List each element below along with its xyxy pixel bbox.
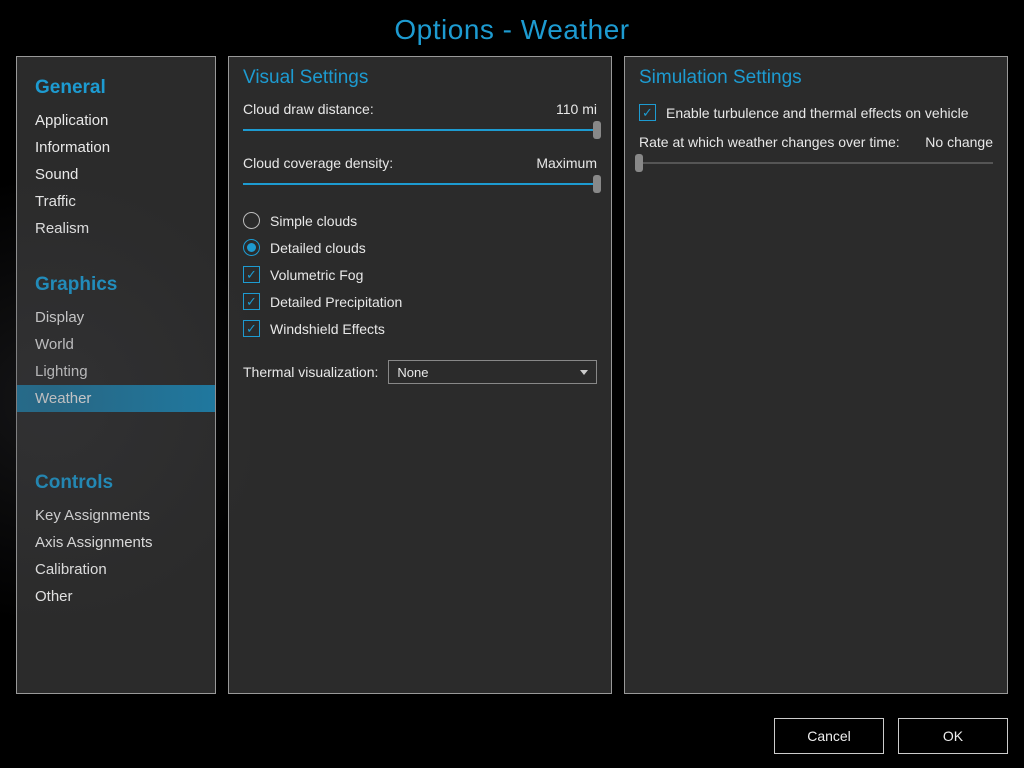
cloud-draw-distance-label: Cloud draw distance: [243,101,374,117]
cloud-draw-distance-slider[interactable] [243,123,597,137]
checkbox-label: Windshield Effects [270,321,385,337]
cloud-draw-distance-value: 110 mi [556,101,597,117]
page-title: Options - Weather [0,0,1024,56]
sidebar-item-label: Application [35,112,108,129]
sidebar-item-label: Weather [35,390,91,407]
ok-button[interactable]: OK [898,718,1008,754]
simulation-settings-panel: Simulation Settings Enable turbulence an… [624,56,1008,694]
checkbox-label: Enable turbulence and thermal effects on… [666,105,969,121]
sidebar-item-weather[interactable]: Weather [17,385,215,412]
checkbox-icon [243,293,260,310]
sidebar-item-application[interactable]: Application [17,107,215,134]
radio-icon [243,212,260,229]
sidebar-item-display[interactable]: Display [17,304,215,331]
weather-change-rate-value: No change [925,134,993,150]
cloud-coverage-density-label: Cloud coverage density: [243,155,393,171]
sidebar-item-label: Information [35,139,110,156]
sidebar-item-label: Axis Assignments [35,534,153,551]
checkbox-icon [639,104,656,121]
sidebar-item-realism[interactable]: Realism [17,215,215,242]
visual-settings-panel: Visual Settings Cloud draw distance: 110… [228,56,612,694]
detailed-clouds-radio[interactable]: Detailed clouds [243,234,597,261]
sidebar-item-key-assignments[interactable]: Key Assignments [17,502,215,529]
sidebar-item-label: Other [35,588,73,605]
sidebar-item-calibration[interactable]: Calibration [17,556,215,583]
sidebar-item-label: Calibration [35,561,107,578]
sidebar-item-label: Sound [35,166,78,183]
chevron-down-icon [580,370,588,375]
volumetric-fog-checkbox[interactable]: Volumetric Fog [243,261,597,288]
cloud-coverage-density-slider[interactable] [243,177,597,191]
sidebar-item-label: Lighting [35,363,88,380]
button-label: Cancel [807,728,851,744]
dropdown-value: None [397,365,428,380]
sidebar-section-graphics: Graphics [17,264,215,304]
radio-icon [243,239,260,256]
radio-label: Detailed clouds [270,240,366,256]
enable-turbulence-checkbox[interactable]: Enable turbulence and thermal effects on… [639,99,993,126]
checkbox-icon [243,266,260,283]
detailed-precipitation-checkbox[interactable]: Detailed Precipitation [243,288,597,315]
sidebar-item-other[interactable]: Other [17,583,215,610]
checkbox-icon [243,320,260,337]
sidebar-item-world[interactable]: World [17,331,215,358]
sidebar-item-axis-assignments[interactable]: Axis Assignments [17,529,215,556]
sidebar-item-label: World [35,336,74,353]
sidebar-section-controls: Controls [17,462,215,502]
sidebar-section-general: General [17,67,215,107]
checkbox-label: Detailed Precipitation [270,294,402,310]
weather-change-rate-label: Rate at which weather changes over time: [639,134,900,150]
radio-label: Simple clouds [270,213,357,229]
sidebar-item-label: Realism [35,220,89,237]
sidebar-item-lighting[interactable]: Lighting [17,358,215,385]
thermal-visualization-dropdown[interactable]: None [388,360,597,384]
sidebar-item-traffic[interactable]: Traffic [17,188,215,215]
sidebar-item-information[interactable]: Information [17,134,215,161]
sidebar-item-label: Traffic [35,193,76,210]
simple-clouds-radio[interactable]: Simple clouds [243,207,597,234]
weather-change-rate-slider[interactable] [639,156,993,170]
thermal-visualization-label: Thermal visualization: [243,364,378,380]
button-label: OK [943,728,963,744]
sidebar-item-label: Key Assignments [35,507,150,524]
sidebar-item-label: Display [35,309,84,326]
checkbox-label: Volumetric Fog [270,267,363,283]
simulation-settings-heading: Simulation Settings [639,67,993,99]
sidebar: General Application Information Sound Tr… [16,56,216,694]
cancel-button[interactable]: Cancel [774,718,884,754]
sidebar-item-sound[interactable]: Sound [17,161,215,188]
windshield-effects-checkbox[interactable]: Windshield Effects [243,315,597,342]
cloud-coverage-density-value: Maximum [536,155,597,171]
visual-settings-heading: Visual Settings [243,67,597,99]
